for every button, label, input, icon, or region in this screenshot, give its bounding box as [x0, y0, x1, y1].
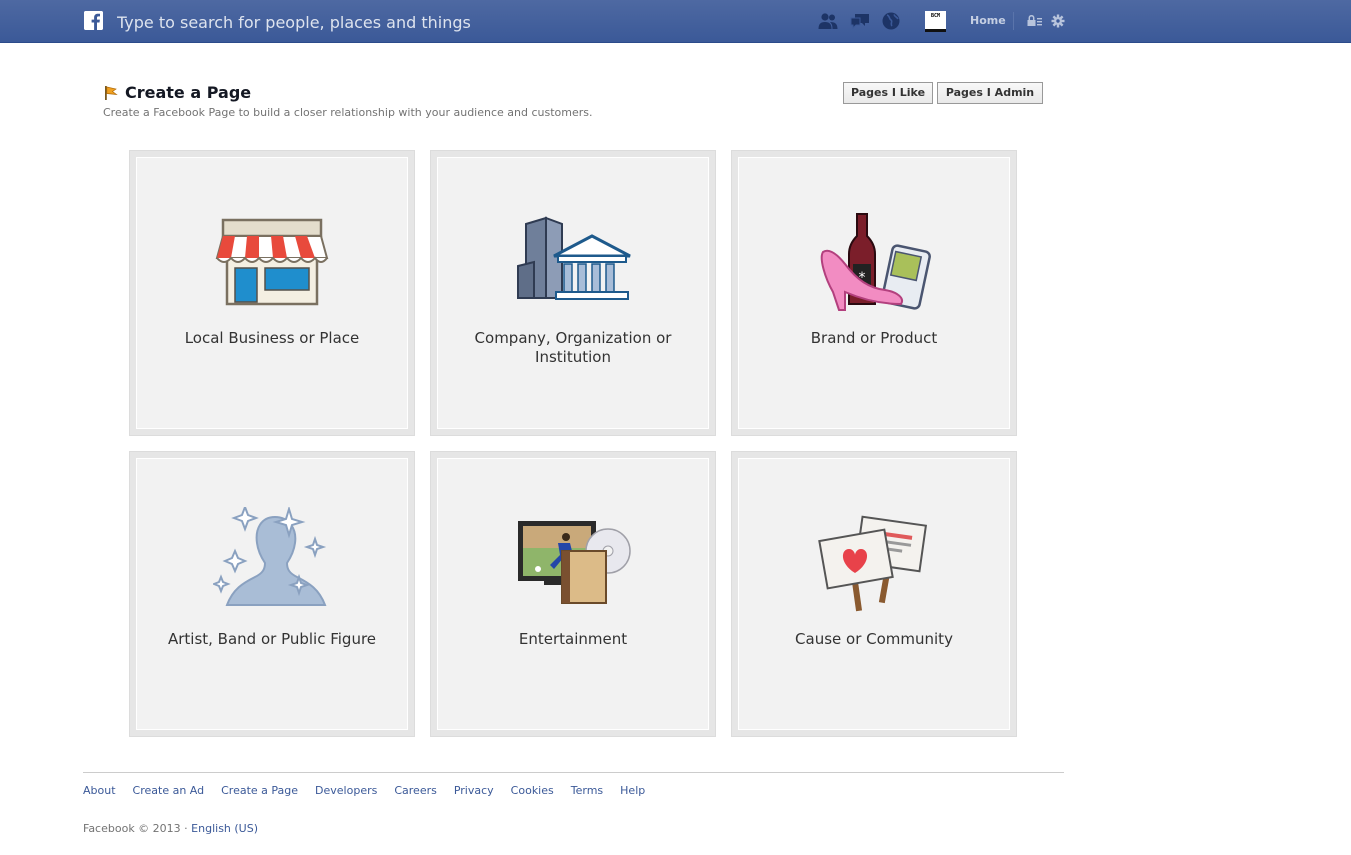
home-link[interactable]: Home	[970, 14, 1006, 27]
copyright-text: Facebook © 2013 ·	[83, 822, 192, 835]
page-subtitle: Create a Facebook Page to build a closer…	[103, 106, 593, 119]
buildings-icon	[514, 206, 634, 316]
category-tile-company[interactable]: Company, Organization or Institution	[430, 150, 716, 436]
storefront-icon	[213, 206, 333, 316]
category-tile-local-business[interactable]: Local Business or Place	[129, 150, 415, 436]
settings-gear-icon[interactable]	[1049, 11, 1071, 31]
category-label: Local Business or Place	[184, 329, 360, 347]
media-icon	[514, 507, 634, 617]
category-tile-brand-product[interactable]: * Brand or Product	[731, 150, 1017, 436]
pages-i-like-button[interactable]: Pages I Like	[843, 82, 933, 104]
page-title: Create a Page	[125, 83, 252, 102]
friend-requests-icon[interactable]	[817, 11, 839, 31]
footer-link-privacy[interactable]: Privacy	[454, 784, 494, 797]
pages-flag-icon	[103, 85, 119, 101]
category-tile-entertainment[interactable]: Entertainment	[430, 451, 716, 737]
footer-link-create-ad[interactable]: Create an Ad	[133, 784, 205, 797]
category-label: Company, Organization or Institution	[474, 329, 672, 366]
footer-divider	[83, 772, 1064, 773]
language-link[interactable]: English (US)	[191, 822, 258, 835]
footer-copyright: Facebook © 2013 · English (US)	[83, 822, 258, 835]
footer-link-careers[interactable]: Careers	[394, 784, 437, 797]
footer-link-cookies[interactable]: Cookies	[511, 784, 554, 797]
notifications-globe-icon[interactable]	[881, 11, 903, 31]
topbar-divider	[1013, 12, 1014, 30]
silhouette-icon	[211, 504, 333, 617]
category-tile-artist-band[interactable]: Artist, Band or Public Figure	[129, 451, 415, 737]
footer-link-about[interactable]: About	[83, 784, 116, 797]
products-icon: *	[815, 206, 935, 316]
category-label: Cause or Community	[795, 630, 953, 648]
signs-icon	[815, 507, 935, 617]
category-label: Entertainment	[518, 630, 628, 648]
footer-links: About Create an Ad Create a Page Developers…	[83, 784, 662, 797]
footer-link-create-page[interactable]: Create a Page	[221, 784, 298, 797]
pages-i-admin-button[interactable]: Pages I Admin	[937, 82, 1043, 104]
category-tile-cause-community[interactable]: Cause or Community	[731, 451, 1017, 737]
messages-icon[interactable]	[849, 11, 871, 31]
top-navigation-bar: BCM Home	[0, 0, 1351, 43]
category-label: Brand or Product	[810, 329, 938, 347]
footer-link-developers[interactable]: Developers	[315, 784, 377, 797]
footer-link-help[interactable]: Help	[620, 784, 645, 797]
footer-link-terms[interactable]: Terms	[571, 784, 603, 797]
profile-avatar[interactable]: BCM	[925, 11, 946, 32]
search-input[interactable]	[115, 11, 639, 33]
privacy-shortcuts-icon[interactable]	[1026, 11, 1048, 31]
category-label: Artist, Band or Public Figure	[167, 630, 377, 648]
facebook-logo-icon[interactable]	[84, 11, 103, 30]
